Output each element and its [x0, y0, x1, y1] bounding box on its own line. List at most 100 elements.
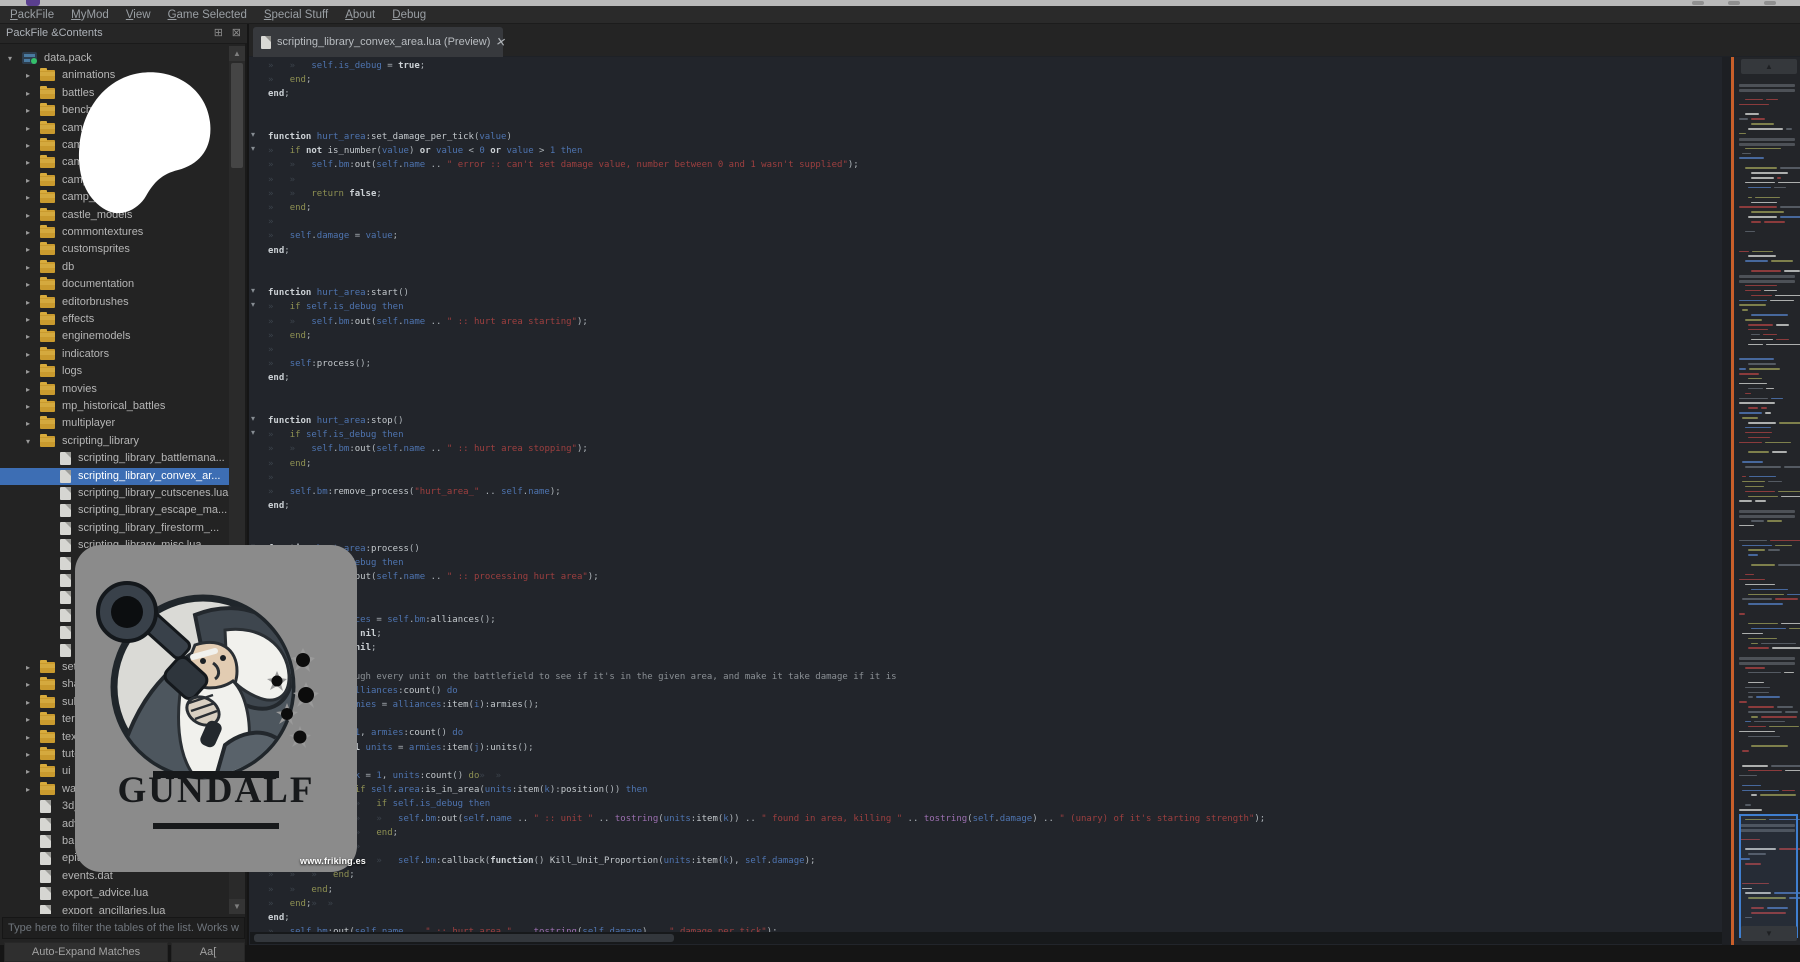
expand-arrow-icon[interactable]: ▸: [26, 663, 30, 672]
tab-active[interactable]: scripting_library_convex_area.lua (Previ…: [253, 27, 503, 57]
collapse-arrow-icon[interactable]: ▾: [26, 437, 30, 446]
expand-arrow-icon[interactable]: ▸: [26, 228, 30, 237]
expand-arrow-icon[interactable]: ▸: [26, 106, 30, 115]
horizontal-scrollbar[interactable]: [250, 932, 1722, 944]
tree-item[interactable]: scripting_library_battlemana...: [0, 450, 229, 467]
expand-arrow-icon[interactable]: ▸: [26, 680, 30, 689]
gundalf-title: GUNDALF: [75, 769, 357, 812]
fold-marker-icon[interactable]: ▾: [251, 428, 263, 437]
expand-arrow-icon[interactable]: ▸: [26, 245, 30, 254]
code-editor[interactable]: » » self.is_debug = true;» end;end;funct…: [249, 57, 1722, 945]
fold-marker-icon[interactable]: ▾: [251, 130, 263, 139]
minimap-viewport[interactable]: [1739, 814, 1798, 938]
folder-icon: [40, 714, 55, 725]
expand-arrow-icon[interactable]: ▸: [26, 785, 30, 794]
expand-arrow-icon[interactable]: ▸: [26, 367, 30, 376]
expand-arrow-icon[interactable]: ▸: [26, 89, 30, 98]
folder-icon: [40, 784, 55, 795]
menu-item-about[interactable]: About: [345, 9, 375, 21]
tree-item[interactable]: ▸logs: [0, 363, 229, 380]
fold-marker-icon[interactable]: ▾: [251, 144, 263, 153]
vertical-scrollbar-track[interactable]: [1722, 57, 1731, 945]
fold-marker-icon[interactable]: ▾: [251, 286, 263, 295]
expand-arrow-icon[interactable]: ▸: [26, 315, 30, 324]
maximize-button[interactable]: [1728, 1, 1740, 5]
expand-arrow-icon[interactable]: ▸: [26, 332, 30, 341]
tree-item[interactable]: scripting_library_escape_ma...: [0, 502, 229, 519]
tree-item[interactable]: ▸commontextures: [0, 224, 229, 241]
expand-arrow-icon[interactable]: ▸: [26, 211, 30, 220]
tree-item[interactable]: ▸mp_historical_battles: [0, 398, 229, 415]
case-sensitive-button[interactable]: Aa[: [171, 942, 245, 962]
scroll-up-icon[interactable]: ▲: [229, 46, 245, 61]
tree-root-data-pack[interactable]: ▾data.pack: [0, 50, 229, 67]
tree-item[interactable]: ▸customsprites: [0, 241, 229, 258]
expand-arrow-icon[interactable]: ▸: [26, 298, 30, 307]
tree-item[interactable]: scripting_library_firestorm_...: [0, 520, 229, 537]
close-button[interactable]: [1764, 1, 1776, 5]
minimap-scroll-up-icon[interactable]: ▲: [1741, 59, 1797, 74]
menu-item-game-selected[interactable]: Game Selected: [168, 9, 247, 21]
expand-arrow-icon[interactable]: ▸: [26, 715, 30, 724]
folder-icon: [40, 418, 55, 429]
expand-arrow-icon[interactable]: ▸: [26, 176, 30, 185]
tree-item[interactable]: export_ancillaries.lua: [0, 903, 229, 914]
tree-item[interactable]: ▸ documentation: [0, 276, 229, 293]
minimap-scroll-down-icon[interactable]: ▼: [1741, 926, 1797, 941]
tree-scrollbar-thumb[interactable]: [231, 63, 243, 168]
tree-item[interactable]: scripting_library_convex_ar...: [0, 468, 229, 485]
tree-item[interactable]: export_advice.lua: [0, 885, 229, 902]
expand-arrow-icon[interactable]: ▸: [26, 280, 30, 289]
expand-all-icon[interactable]: ⊞: [214, 26, 223, 39]
expand-arrow-icon[interactable]: ▸: [26, 767, 30, 776]
fold-marker-icon[interactable]: ▾: [251, 414, 263, 423]
expand-arrow-icon[interactable]: ▸: [26, 419, 30, 428]
menu-item-packfile[interactable]: PackFile: [10, 9, 54, 21]
code-line: » if self.is_debug then: [268, 428, 404, 442]
menu-item-mymod[interactable]: MyMod: [71, 9, 109, 21]
expand-arrow-icon[interactable]: ▸: [26, 733, 30, 742]
pack-status-dot: [31, 58, 37, 64]
menu-item-debug[interactable]: Debug: [392, 9, 426, 21]
expand-arrow-icon[interactable]: ▸: [26, 750, 30, 759]
code-line: »: [268, 215, 290, 229]
tree-item[interactable]: ▸enginemodels: [0, 328, 229, 345]
tab-bar: scripting_library_convex_area.lua (Previ…: [249, 24, 1800, 57]
tree-item[interactable]: ▸effects: [0, 311, 229, 328]
horizontal-scrollbar-thumb[interactable]: [254, 934, 674, 942]
expand-arrow-icon[interactable]: ▸: [26, 385, 30, 394]
tab-close-icon[interactable]: ✕: [495, 34, 507, 50]
expand-arrow-icon[interactable]: ▸: [26, 402, 30, 411]
expand-arrow-icon[interactable]: ▸: [26, 158, 30, 167]
tree-item[interactable]: scripting_library_cutscenes.lua: [0, 485, 229, 502]
fold-marker-icon[interactable]: ▾: [251, 300, 263, 309]
tree-item[interactable]: ▸db: [0, 259, 229, 276]
folder-icon: [40, 192, 55, 203]
tree-item[interactable]: ▸indicators: [0, 346, 229, 363]
tree-item-label: documentation: [62, 278, 134, 290]
tree-item[interactable]: ▸multiplayer: [0, 415, 229, 432]
folder-icon: [40, 732, 55, 743]
menu-item-view[interactable]: View: [126, 9, 151, 21]
expand-arrow-icon[interactable]: ▸: [26, 698, 30, 707]
expand-arrow-icon[interactable]: ▸: [26, 193, 30, 202]
menu-item-special-stuff[interactable]: Special Stuff: [264, 9, 328, 21]
expand-arrow-icon[interactable]: ▸: [26, 71, 30, 80]
expand-arrow-icon[interactable]: ▸: [26, 263, 30, 272]
tree-item[interactable]: ▾scripting_library: [0, 433, 229, 450]
expand-arrow-icon[interactable]: ▸: [26, 141, 30, 150]
collapse-all-icon[interactable]: ⊠: [232, 26, 241, 39]
collapse-arrow-icon[interactable]: ▾: [8, 54, 12, 63]
file-icon: [40, 800, 51, 813]
tree-item[interactable]: ▸editorbrushes: [0, 294, 229, 311]
folder-icon: [40, 123, 55, 134]
tree-item[interactable]: ▸movies: [0, 381, 229, 398]
auto-expand-matches-button[interactable]: Auto-Expand Matches: [4, 942, 168, 962]
tree-filter-input[interactable]: [2, 917, 245, 939]
scroll-down-icon[interactable]: ▼: [229, 899, 245, 914]
expand-arrow-icon[interactable]: ▸: [26, 350, 30, 359]
minimize-button[interactable]: [1692, 1, 1704, 5]
expand-arrow-icon[interactable]: ▸: [26, 124, 30, 133]
folder-icon: [40, 401, 55, 412]
code-minimap[interactable]: ▲ ▼: [1735, 57, 1800, 945]
